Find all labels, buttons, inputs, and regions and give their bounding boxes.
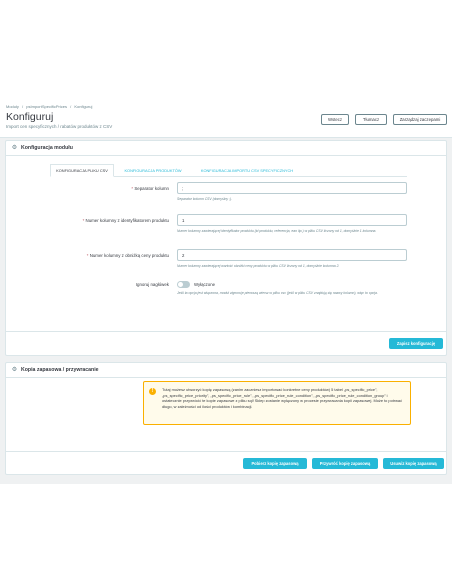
breadcrumb-item-module[interactable]: psImportSpecificPrices (26, 104, 67, 109)
backup-panel: ⚙ Kopia zapasowa / przywracanie ! Tutaj … (5, 362, 447, 475)
config-tabs: KONFIGURACJA PLIKU CSV KONFIGURACJA PROD… (50, 164, 407, 177)
breadcrumb-item-configure: Konfiguruj (74, 104, 93, 109)
separator-label: * Separator kolumn (131, 186, 169, 191)
backup-warning-text: Tutaj możesz utworzyć kopię zapasową (za… (162, 387, 403, 409)
page-content: Moduły / psImportSpecificPrices / Konfig… (0, 96, 452, 484)
ignore-header-state: Wyłączone (194, 282, 215, 287)
price-column-help: Numer kolumny zawierającej wartość obniż… (177, 264, 340, 268)
id-column-input[interactable]: 1 (177, 214, 407, 226)
tab-products-config[interactable]: KONFIGURACJA PRODUKTÓW (118, 164, 188, 177)
manage-hooks-button[interactable]: Zarządzaj zaczepami (393, 114, 447, 125)
warning-icon: ! (149, 388, 156, 395)
page-subtitle: Import cen specyficznych / rabatów produ… (6, 124, 113, 129)
ignore-header-help: Jeśli ta opcja jest włączona, moduł zign… (177, 291, 378, 295)
restore-backup-button[interactable]: Przywróć kopię zapasową (312, 458, 378, 469)
price-column-label: * Numer kolumny z obniżką ceny produktu (86, 253, 169, 258)
id-column-help: Numer kolumny zawierającej identyfikator… (177, 229, 377, 233)
config-panel-title: Konfiguracja modułu (21, 145, 73, 151)
backup-warning-alert: ! Tutaj możesz utworzyć kopię zapasową (… (143, 381, 411, 425)
price-column-input[interactable]: 2 (177, 249, 407, 261)
breadcrumb-separator: / (22, 104, 24, 109)
download-backup-button[interactable]: Pobierz kopię zapasową (243, 458, 307, 469)
translate-button[interactable]: Tłumacz (355, 114, 387, 125)
backup-panel-footer: Pobierz kopię zapasową Przywróć kopię za… (6, 451, 446, 475)
tab-import-config[interactable]: KONFIGURACJA IMPORTU CSV SPECYFICZNYCH (192, 164, 302, 177)
config-panel-footer: Zapisz konfigurację (6, 331, 446, 355)
separator-input[interactable]: ; (177, 182, 407, 194)
breadcrumb-separator: / (70, 104, 72, 109)
separator-help: Separator kolumn CSV (domyślny ;). (177, 197, 233, 201)
ignore-header-switch[interactable] (177, 281, 190, 288)
cogs-icon: ⚙ (11, 366, 18, 373)
cogs-icon: ⚙ (11, 144, 18, 151)
tab-csv-config[interactable]: KONFIGURACJA PLIKU CSV (50, 164, 114, 177)
switch-knob (178, 282, 183, 287)
backup-panel-title: Kopia zapasowa / przywracanie (21, 367, 99, 373)
breadcrumb-item-modules[interactable]: Moduły (6, 104, 19, 109)
save-config-button[interactable]: Zapisz konfigurację (389, 338, 443, 349)
ignore-header-label: Ignoruj nagłówek (135, 282, 169, 287)
config-panel-header: ⚙ Konfiguracja modułu (6, 141, 446, 156)
id-column-label: * Numer kolumny z identyfikatorem produk… (82, 218, 169, 223)
config-panel: ⚙ Konfiguracja modułu KONFIGURACJA PLIKU… (5, 140, 447, 356)
back-button[interactable]: Wstecz (321, 114, 349, 125)
breadcrumb: Moduły / psImportSpecificPrices / Konfig… (6, 104, 94, 109)
page-title: Konfiguruj (6, 111, 54, 123)
delete-backup-button[interactable]: Usuwiz kopię zapasową (383, 458, 444, 469)
backup-panel-header: ⚙ Kopia zapasowa / przywracanie (6, 363, 446, 378)
page-header: Moduły / psImportSpecificPrices / Konfig… (0, 96, 452, 138)
